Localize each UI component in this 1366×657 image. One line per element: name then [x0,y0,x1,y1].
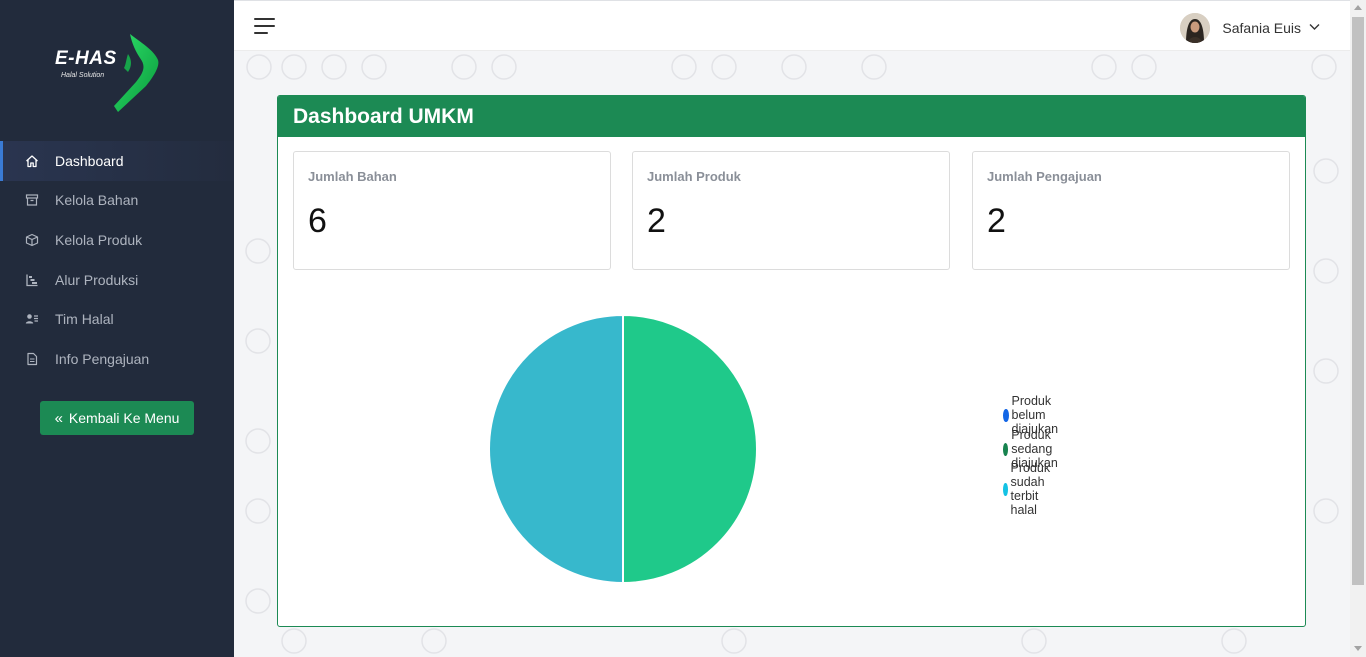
legend-dot [1003,408,1009,422]
legend-item-sudah[interactable]: Produk sudah terbit halal [1003,461,1059,517]
page-scrollbar[interactable] [1350,0,1366,657]
pie-chart-svg [488,313,758,585]
dashboard-card: Dashboard UMKM Jumlah Bahan 6 Jumlah Pro… [277,95,1306,627]
back-to-menu-button[interactable]: « Kembali Ke Menu [40,401,194,435]
sidebar-item-kelola-produk[interactable]: Kelola Produk [0,220,234,260]
scroll-down-icon[interactable] [1354,646,1362,651]
document-icon [24,351,40,367]
sidebar-item-label: Dashboard [55,152,124,169]
sidebar-item-label: Info Pengajuan [55,350,150,367]
top-bar: Safania Euis [234,0,1350,51]
sidebar-item-kelola-bahan[interactable]: Kelola Bahan [0,181,234,221]
flow-icon [24,272,40,288]
logo-leaf-icon [114,34,159,112]
team-icon [24,311,40,327]
stat-label: Jumlah Pengajuan [987,169,1102,184]
stat-value: 6 [308,202,327,240]
pie-slice-sedang[interactable] [622,313,758,585]
legend-dot [1003,442,1009,456]
sidebar: E-HAS Halal Solution Dashboard Kelola Ba… [0,0,234,657]
sidebar-item-info-pengajuan[interactable]: Info Pengajuan [0,339,234,379]
logo-subtitle: Halal Solution [61,72,105,79]
scrollbar-thumb[interactable] [1352,17,1364,585]
stat-card-jumlah-produk: Jumlah Produk 2 [632,151,950,270]
user-name: Safania Euis [1222,20,1301,36]
sidebar-item-alur-produksi[interactable]: Alur Produksi [0,260,234,300]
sidebar-nav: Dashboard Kelola Bahan Kelola Produk Alu… [0,141,234,379]
avatar [1180,13,1211,43]
menu-toggle-icon[interactable] [254,18,275,34]
stat-label: Jumlah Bahan [308,169,397,184]
user-menu[interactable]: Safania Euis [1180,13,1320,43]
archive-icon [24,192,40,208]
pengajuan-pie-chart: Produk belum diajukan Produk sedang diaj… [478,306,1058,606]
sidebar-item-label: Tim Halal [55,311,114,328]
card-title: Dashboard UMKM [278,96,1305,137]
stat-value: 2 [647,202,666,240]
box-icon [24,232,40,248]
stat-value: 2 [987,202,1006,240]
app-logo[interactable]: E-HAS Halal Solution [50,32,170,116]
stat-card-jumlah-pengajuan: Jumlah Pengajuan 2 [972,151,1290,270]
back-to-menu-label: Kembali Ke Menu [68,410,180,426]
home-icon [24,153,40,169]
legend-dot [1003,482,1008,496]
sidebar-item-label: Kelola Produk [55,231,143,248]
sidebar-item-label: Kelola Bahan [55,192,139,209]
sidebar-item-dashboard[interactable]: Dashboard [0,141,234,181]
stat-card-jumlah-bahan: Jumlah Bahan 6 [293,151,611,270]
sidebar-item-tim-halal[interactable]: Tim Halal [0,299,234,339]
stat-label: Jumlah Produk [647,169,741,184]
legend-label: Produk sudah terbit halal [1010,461,1051,517]
logo-text: E-HAS [55,48,117,69]
scroll-up-icon[interactable] [1354,5,1362,10]
pie-slice-sudah[interactable] [488,313,624,585]
chevron-down-icon [1309,22,1320,34]
sidebar-item-label: Alur Produksi [55,271,139,288]
double-chevron-left-icon: « [54,409,63,427]
